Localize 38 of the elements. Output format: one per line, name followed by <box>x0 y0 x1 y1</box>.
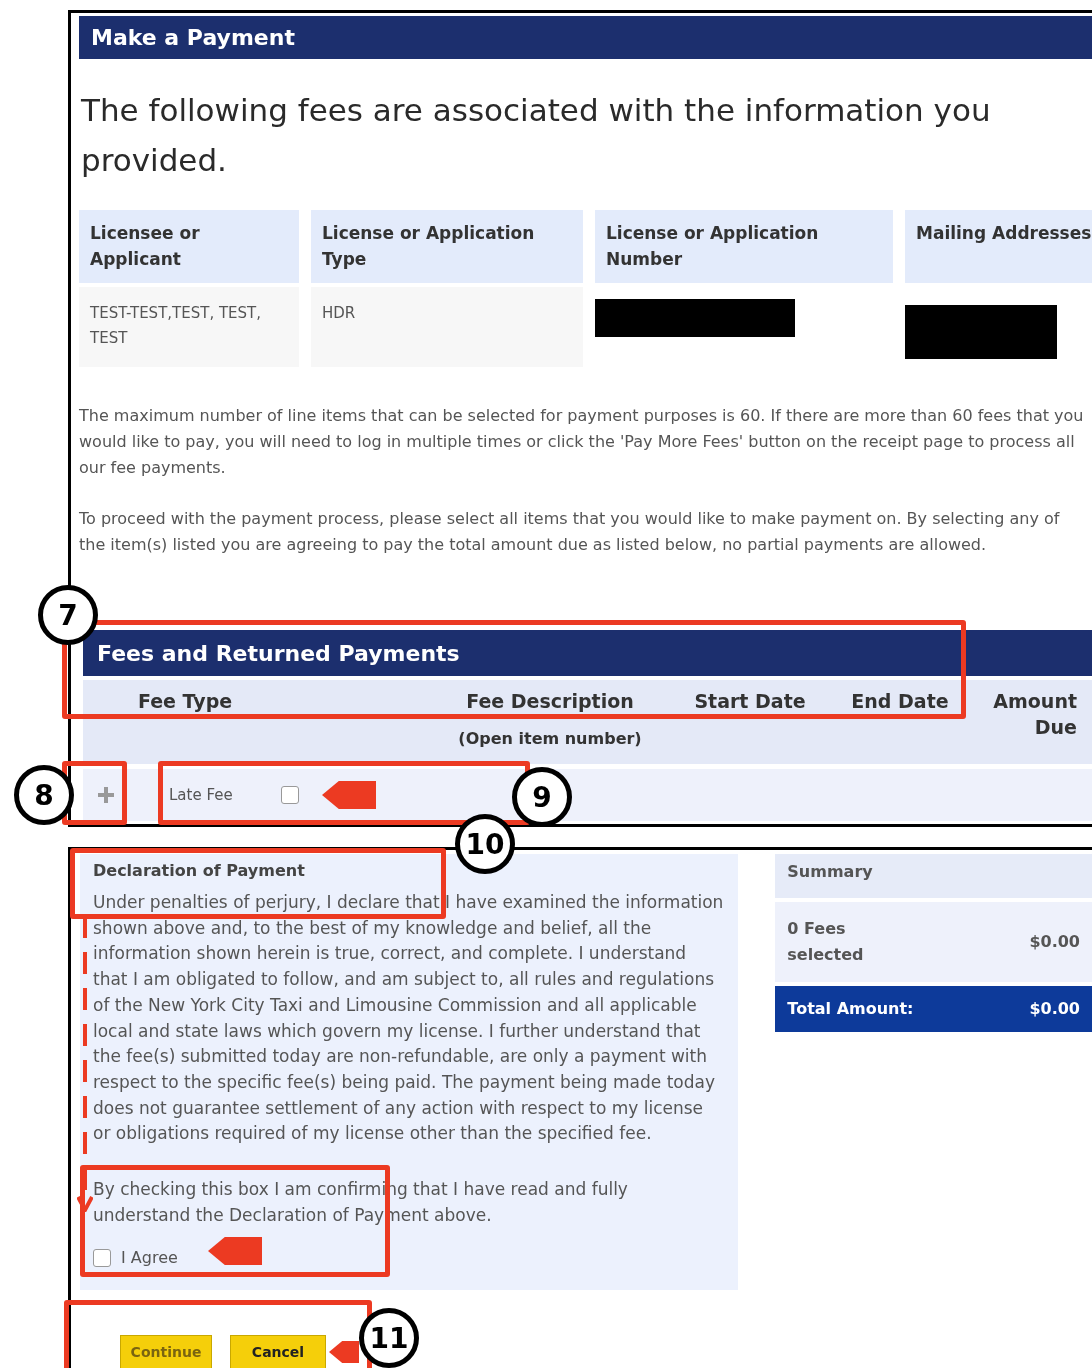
intro-heading: The following fees are associated with the information you provided. <box>81 91 992 180</box>
table-cell: HDR <box>311 287 583 367</box>
pointer-arrow <box>322 781 376 809</box>
column-header: Fee Type <box>138 689 233 714</box>
total-amount: $0.00 <box>1029 998 1080 1020</box>
fees-count: 0 Fees selected <box>787 918 865 966</box>
pointer-arrow <box>208 1237 262 1266</box>
pointer-arrow <box>329 1341 359 1363</box>
column-header: Licensee or Applicant <box>79 210 299 283</box>
summary-title: Summary <box>775 854 1092 898</box>
column-header: Mailing Addresses <box>905 210 1092 283</box>
column-subheader: (Open item number) <box>458 728 642 750</box>
column-header: License or Application Type <box>311 210 583 283</box>
column-header: Start Date <box>694 689 806 714</box>
agree-checkbox[interactable] <box>93 1248 111 1267</box>
page-title: Make a Payment <box>79 16 1092 59</box>
fee-type: Late Fee <box>169 786 234 804</box>
step-marker: 10 <box>455 814 515 874</box>
info-paragraph: To proceed with the payment process, please select all items that you would like to make payment on. By selecting any of the item(s) listed you are agreeing to pay the total amount due as listed below, no partial payments are allowed. <box>79 508 1061 556</box>
column-header: License or Application Number <box>595 210 893 283</box>
step-marker: 9 <box>512 767 572 827</box>
cancel-button[interactable]: Cancel <box>230 1335 326 1368</box>
fee-checkbox[interactable] <box>281 786 299 804</box>
table-cell: TEST-TEST,TEST, TEST, TEST <box>79 287 299 367</box>
step-marker: 11 <box>359 1308 419 1368</box>
step-marker: 8 <box>14 765 74 825</box>
fees-amount: $0.00 <box>1029 931 1080 953</box>
agree-label[interactable]: I Agree <box>121 1248 178 1268</box>
declaration-text: Under penalties of perjury, I declare that I have examined the information shown above and, to the best of my knowledge and belief, all the information shown herein is true, correct, and complete. I understand that I am obligated to follow, and am subject to, all rules and regulations of the New York City Taxi and Limousine Commission and all applicable local and state laws which govern my license. I further understand that the fee(s) submitted today are non-refundable, are only a payment with respect to the specific fee(s) being paid. The payment being made today does not guarantee settlement of any action with respect to my license or obligations required of my license other than the specified fee. <box>93 891 725 1146</box>
total-label: Total Amount: <box>787 998 914 1020</box>
column-header: End Date <box>851 689 949 714</box>
section-title: Fees and Returned Payments <box>83 630 1092 676</box>
column-header: Fee Description <box>466 689 634 714</box>
expand-icon[interactable] <box>97 786 115 804</box>
info-paragraph: The maximum number of line items that can be selected for payment purposes is 60. If there are more than 60 fees that you would like to pay, you will need to log in multiple times or click the 'Pay More Fees' button on the receipt page to process all our fee payments. <box>79 405 1084 479</box>
step-marker: 7 <box>38 585 98 645</box>
declaration-title: Declaration of Payment <box>93 860 305 882</box>
column-header: Amount Due <box>992 689 1077 740</box>
